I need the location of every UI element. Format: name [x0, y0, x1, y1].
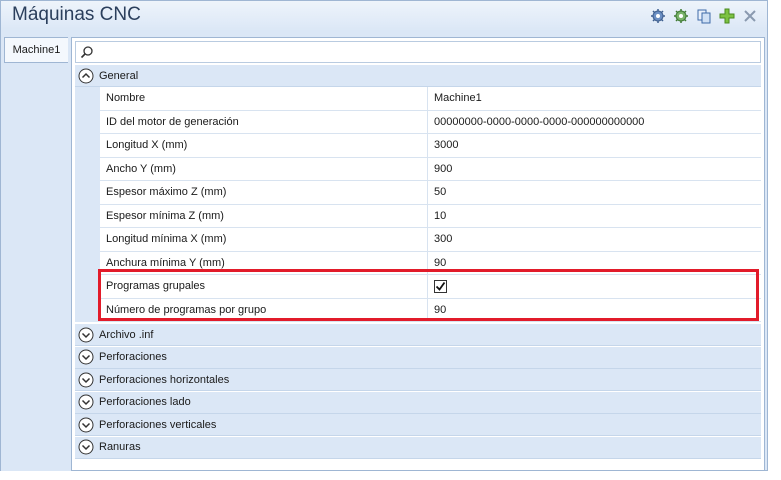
- property-name: Nombre: [100, 87, 428, 111]
- property-name: Número de programas por grupo: [100, 298, 428, 322]
- property-value[interactable]: [428, 275, 761, 299]
- property-name: Espesor máximo Z (mm): [100, 181, 428, 205]
- tab-machine1[interactable]: Machine1: [4, 37, 68, 63]
- property-row[interactable]: Espesor mínima Z (mm) 10: [75, 204, 761, 228]
- expand-icon[interactable]: [78, 417, 94, 433]
- category-label: Archivo .inf: [99, 328, 154, 341]
- property-name: Espesor mínima Z (mm): [100, 204, 428, 228]
- category-label: Perforaciones horizontales: [99, 373, 230, 386]
- property-name: Programas grupales: [100, 275, 428, 299]
- collapse-icon[interactable]: [78, 68, 94, 84]
- property-panel: General Nombre Machine1 ID del motor de …: [71, 37, 765, 471]
- row-gutter: [75, 157, 100, 181]
- search-input[interactable]: [98, 44, 753, 60]
- property-value[interactable]: 10: [428, 205, 761, 228]
- property-row[interactable]: Ancho Y (mm) 900: [75, 157, 761, 181]
- property-name: Anchura mínima Y (mm): [100, 251, 428, 275]
- category-perforaciones-horizontales[interactable]: Perforaciones horizontales: [75, 369, 761, 391]
- category-perforaciones[interactable]: Perforaciones: [75, 346, 761, 369]
- row-gutter: [75, 134, 100, 158]
- row-gutter: [75, 228, 100, 252]
- row-gutter: [75, 204, 100, 228]
- row-gutter: [75, 251, 100, 275]
- expand-icon[interactable]: [78, 349, 94, 365]
- category-ranuras[interactable]: Ranuras: [75, 436, 761, 459]
- property-row[interactable]: Programas grupales: [75, 275, 761, 299]
- copy-icon[interactable]: [695, 7, 713, 25]
- search-bar: [75, 41, 761, 63]
- property-row[interactable]: ID del motor de generación 00000000-0000…: [75, 110, 761, 134]
- category-label: Perforaciones verticales: [99, 418, 217, 431]
- category-perforaciones-lado[interactable]: Perforaciones lado: [75, 391, 761, 414]
- property-name: ID del motor de generación: [100, 110, 428, 134]
- property-name: Longitud X (mm): [100, 134, 428, 158]
- property-row[interactable]: Espesor máximo Z (mm) 50: [75, 181, 761, 205]
- row-gutter: [75, 181, 100, 205]
- property-name: Ancho Y (mm): [100, 157, 428, 181]
- row-gutter: [75, 275, 100, 299]
- category-perforaciones-verticales[interactable]: Perforaciones verticales: [75, 414, 761, 436]
- property-value[interactable]: 900: [428, 158, 761, 181]
- property-value[interactable]: Machine1: [428, 87, 761, 111]
- property-row[interactable]: Longitud mínima X (mm) 300: [75, 228, 761, 252]
- row-gutter: [75, 87, 100, 111]
- property-value[interactable]: 90: [428, 252, 761, 275]
- title-bar: Máquinas CNC: [1, 1, 767, 31]
- category-archivo-inf[interactable]: Archivo .inf: [75, 324, 761, 346]
- expand-icon[interactable]: [78, 372, 94, 388]
- tab-strip: Machine1: [1, 31, 71, 471]
- category-label: Ranuras: [99, 441, 141, 453]
- window-title: Máquinas CNC: [12, 4, 141, 25]
- category-general[interactable]: General: [75, 65, 761, 87]
- property-grid: General Nombre Machine1 ID del motor de …: [75, 65, 761, 467]
- settings-gear-green-icon[interactable]: [672, 7, 690, 25]
- property-value[interactable]: 50: [428, 181, 761, 205]
- add-icon[interactable]: [718, 7, 736, 25]
- toolbar: [649, 6, 759, 26]
- property-value[interactable]: 3000: [428, 134, 761, 158]
- category-label: General: [99, 69, 139, 82]
- property-value[interactable]: 300: [428, 228, 761, 252]
- expand-icon[interactable]: [78, 394, 94, 410]
- category-label: Perforaciones: [99, 351, 167, 363]
- property-row[interactable]: Longitud X (mm) 3000: [75, 134, 761, 158]
- expand-icon[interactable]: [78, 439, 94, 455]
- expand-icon[interactable]: [78, 327, 94, 343]
- programas-grupales-checkbox[interactable]: [434, 279, 447, 293]
- row-gutter: [75, 298, 100, 322]
- settings-gear-icon[interactable]: [649, 7, 667, 25]
- main-window: Máquinas CNC Machine1 General Nombre Mac…: [0, 0, 768, 471]
- property-name: Longitud mínima X (mm): [100, 228, 428, 252]
- property-row[interactable]: Anchura mínima Y (mm) 90: [75, 251, 761, 275]
- search-icon: [80, 45, 94, 59]
- checkmark-icon: [435, 281, 446, 291]
- property-row[interactable]: Nombre Machine1: [75, 87, 761, 111]
- property-value[interactable]: 00000000-0000-0000-0000-000000000000: [428, 111, 761, 134]
- property-value[interactable]: 90: [428, 299, 761, 322]
- close-icon[interactable]: [741, 7, 759, 25]
- property-row[interactable]: Número de programas por grupo 90: [75, 298, 761, 322]
- row-gutter: [75, 110, 100, 134]
- category-label: Perforaciones lado: [99, 396, 191, 408]
